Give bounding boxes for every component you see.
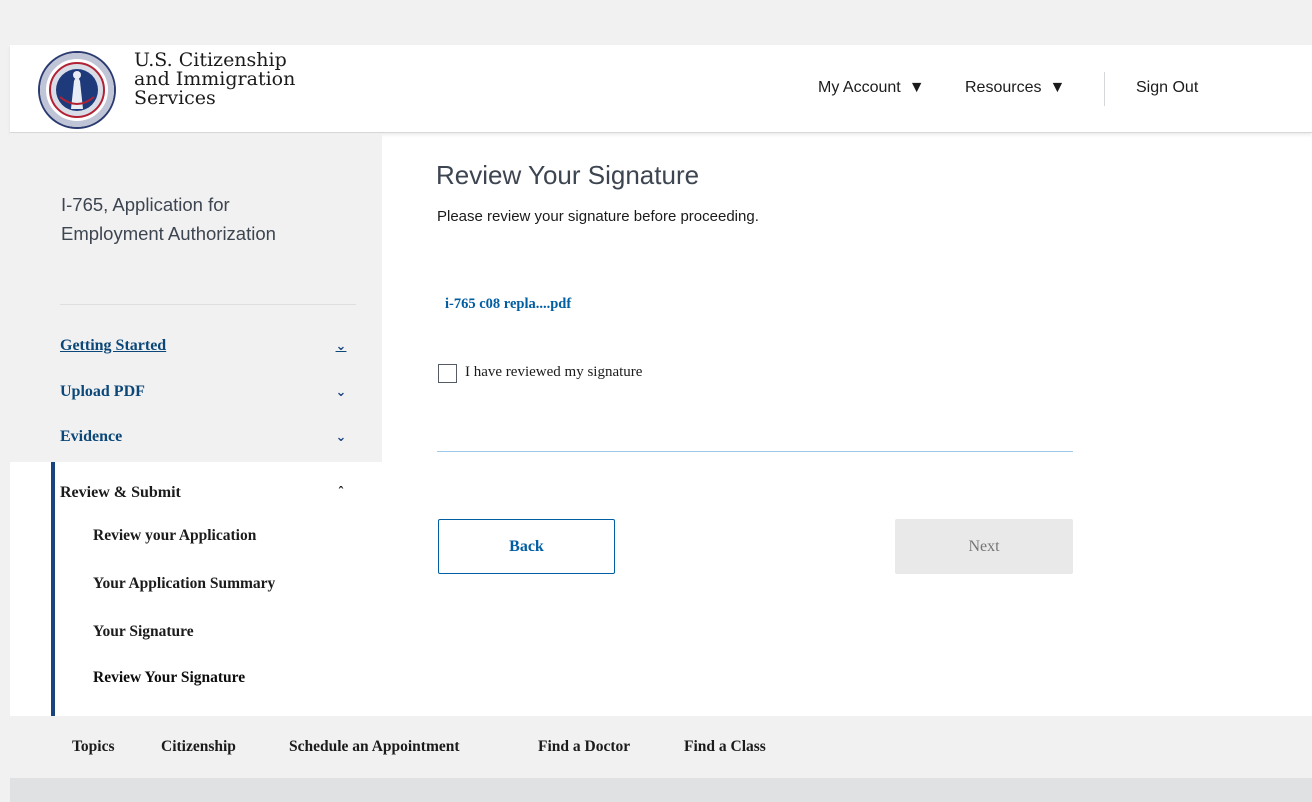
chevron-down-icon: ⌄ bbox=[335, 429, 347, 445]
next-button[interactable]: Next bbox=[895, 519, 1073, 574]
sidebar-section-review-submit[interactable]: Review & Submit ˆ bbox=[60, 481, 350, 505]
site-header: U.S. Citizenship and Immigration Service… bbox=[10, 45, 1312, 133]
caret-down-icon: ▼ bbox=[908, 79, 925, 96]
caret-down-icon: ▼ bbox=[1049, 79, 1066, 96]
uscis-seal-logo[interactable] bbox=[38, 51, 116, 129]
footer-link-topics[interactable]: Topics bbox=[72, 738, 115, 756]
form-title: I-765, Application for Employment Author… bbox=[61, 194, 276, 244]
agency-name[interactable]: U.S. Citizenship and Immigration Service… bbox=[134, 51, 295, 108]
resources-label: Resources bbox=[965, 79, 1042, 96]
sidebar-item-your-signature[interactable]: Your Signature bbox=[93, 623, 194, 641]
sidebar-section-upload-pdf[interactable]: Upload PDF ⌄ bbox=[60, 380, 350, 404]
footer-link-schedule-appointment[interactable]: Schedule an Appointment bbox=[289, 738, 460, 756]
content-divider bbox=[437, 451, 1073, 452]
footer-bottom-bar bbox=[10, 778, 1312, 802]
sidebar-divider bbox=[60, 304, 356, 305]
sidebar-item-your-application-summary[interactable]: Your Application Summary bbox=[93, 575, 275, 593]
my-account-label: My Account bbox=[818, 79, 901, 96]
sidebar-background bbox=[10, 134, 382, 462]
sidebar-item-review-your-application[interactable]: Review your Application bbox=[93, 527, 256, 545]
footer-link-find-class[interactable]: Find a Class bbox=[684, 738, 766, 756]
chevron-down-icon: ⌄ bbox=[335, 384, 347, 400]
form-sidebar: I-765, Application for Employment Author… bbox=[10, 134, 382, 716]
nav-divider bbox=[1104, 72, 1105, 106]
sidebar-section-label: Evidence bbox=[60, 428, 123, 445]
reviewed-signature-label[interactable]: I have reviewed my signature bbox=[465, 364, 642, 381]
sign-out-link[interactable]: Sign Out bbox=[1136, 79, 1198, 97]
left-gutter bbox=[0, 0, 10, 802]
site-footer-nav: Topics Citizenship Schedule an Appointme… bbox=[10, 716, 1312, 778]
chevron-down-icon: ⌄ bbox=[335, 338, 347, 354]
page-title: Review Your Signature bbox=[436, 160, 700, 190]
agency-name-line-3: Services bbox=[134, 87, 216, 109]
sidebar-item-review-your-signature[interactable]: Review Your Signature bbox=[93, 669, 245, 687]
page-subtitle: Please review your signature before proc… bbox=[437, 208, 759, 225]
resources-menu[interactable]: Resources ▼ bbox=[965, 79, 1065, 97]
footer-link-find-doctor[interactable]: Find a Doctor bbox=[538, 738, 630, 756]
sidebar-section-evidence[interactable]: Evidence ⌄ bbox=[60, 425, 350, 449]
reviewed-signature-checkbox[interactable] bbox=[438, 364, 457, 383]
browser-top-strip bbox=[0, 0, 1312, 45]
back-button[interactable]: Back bbox=[438, 519, 615, 574]
sidebar-section-getting-started[interactable]: Getting Started ⌄ bbox=[60, 334, 350, 358]
chevron-up-icon: ˆ bbox=[337, 485, 345, 501]
sidebar-section-label: Review & Submit bbox=[60, 484, 181, 501]
signature-pdf-link[interactable]: i-765 c08 repla....pdf bbox=[445, 296, 571, 313]
footer-link-citizenship[interactable]: Citizenship bbox=[161, 738, 236, 756]
sidebar-section-label: Getting Started bbox=[60, 337, 167, 354]
my-account-menu[interactable]: My Account ▼ bbox=[818, 79, 925, 97]
sidebar-section-label: Upload PDF bbox=[60, 383, 145, 400]
